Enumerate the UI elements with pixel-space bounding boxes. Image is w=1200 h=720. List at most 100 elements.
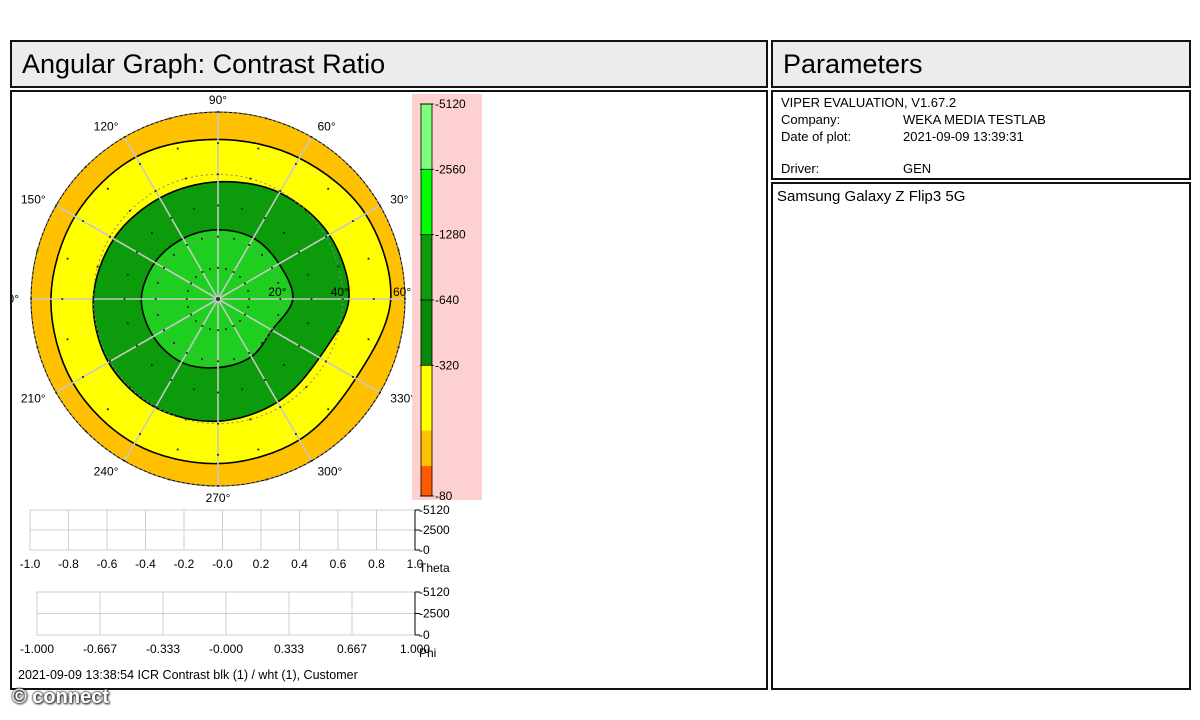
sample-point: [261, 342, 263, 344]
sample-point: [154, 190, 157, 192]
sample-point: [217, 360, 219, 363]
sample-point: [82, 376, 84, 378]
graph-title: Angular Graph: Contrast Ratio: [22, 49, 386, 79]
sample-point: [248, 298, 251, 300]
sample-point: [136, 344, 138, 347]
color-scale-band: [421, 365, 432, 431]
sample-point: [283, 364, 285, 366]
phi-chart-x-tick: -0.000: [209, 642, 243, 656]
sample-point: [248, 244, 251, 246]
sample-point: [201, 271, 204, 273]
sample-point: [151, 232, 153, 234]
sample-point: [30, 298, 32, 300]
graph-title-bar: Angular Graph: Contrast Ratio: [10, 40, 768, 88]
sample-point: [176, 448, 179, 451]
sample-point: [185, 298, 188, 300]
sample-point: [123, 460, 126, 462]
color-scale-band: [421, 234, 432, 300]
theta-chart-x-tick: 0.6: [330, 557, 347, 571]
radial-label: 20°: [268, 285, 286, 299]
phi-chart-y-tick: -0: [419, 628, 430, 642]
sample-point: [247, 290, 249, 292]
sample-point: [128, 209, 131, 212]
sample-point: [337, 330, 340, 333]
sample-point: [106, 408, 109, 411]
parameters-box: VIPER EVALUATION, V1.67.2 Company: WEKA …: [771, 90, 1191, 180]
sample-point: [337, 265, 340, 268]
sample-point: [55, 204, 57, 207]
sample-point: [307, 273, 310, 276]
sample-point: [201, 237, 203, 240]
sample-point: [349, 165, 352, 168]
sample-point: [232, 325, 235, 327]
phi-chart-x-tick: -0.333: [146, 642, 180, 656]
sample-point: [154, 406, 157, 408]
device-name: Samsung Galaxy Z Flip3 5G: [777, 188, 966, 205]
sample-point: [192, 388, 195, 391]
sample-point: [61, 298, 64, 300]
sample-point: [257, 448, 260, 451]
color-scale-label: -640: [435, 293, 459, 307]
sample-point: [217, 266, 219, 269]
sample-point: [310, 136, 313, 138]
color-scale-label: -1280: [435, 228, 466, 242]
sample-point: [151, 364, 153, 366]
angle-label: 300°: [318, 464, 343, 478]
sample-point: [154, 298, 157, 300]
angle-label: 150°: [21, 193, 46, 207]
sample-point: [225, 328, 227, 330]
sample-point: [195, 320, 197, 322]
sample-point: [185, 244, 188, 246]
contrast-ratio-charts: 90°60°30°0°330°300°270°240°210°180°150°1…: [12, 93, 482, 660]
driver-row: Driver: GEN: [781, 161, 931, 176]
sample-point: [163, 329, 165, 332]
angle-label: 240°: [94, 464, 119, 478]
angle-label: 120°: [94, 120, 119, 134]
plot-date-label: Date of plot:: [781, 129, 852, 144]
phi-chart-x-tick: 0.333: [274, 642, 304, 656]
phi-chart-y-tick: -5120: [419, 585, 450, 599]
sample-point: [397, 346, 400, 349]
sample-point: [233, 358, 235, 361]
plot-date-row: Date of plot: 2021-09-09 13:39:31: [781, 129, 1024, 144]
sample-point: [277, 314, 280, 316]
sample-point: [244, 313, 246, 316]
sample-point: [173, 342, 175, 344]
angle-label: 180°: [12, 292, 19, 306]
sample-point: [249, 418, 252, 421]
color-scale-label: -2560: [435, 162, 466, 176]
sample-point: [217, 453, 219, 456]
sample-point: [271, 329, 273, 332]
sample-point: [244, 282, 246, 285]
sample-point: [279, 406, 282, 408]
phi-chart-x-tick: -0.667: [83, 642, 117, 656]
sample-point: [367, 257, 370, 260]
sample-point: [84, 430, 87, 433]
sample-point: [187, 290, 189, 292]
sample-point: [277, 282, 280, 284]
sample-point: [82, 220, 84, 222]
theta-chart-y-tick: -5120: [419, 503, 450, 517]
company-value: WEKA MEDIA TESTLAB: [903, 112, 1046, 127]
sample-point: [307, 322, 310, 325]
sample-point: [379, 391, 381, 394]
sample-point: [173, 254, 175, 256]
phi-chart: -1.000 -0.667 -0.333 -0.000 0.333 0.667 1.000-…: [20, 585, 450, 660]
company-row: Company: WEKA MEDIA TESTLAB: [781, 112, 1046, 127]
sample-point: [187, 306, 189, 308]
sample-point: [192, 207, 195, 210]
sample-point: [168, 117, 171, 120]
radial-label: 60°: [393, 285, 411, 299]
sample-point: [170, 379, 173, 381]
sample-point: [241, 207, 244, 210]
sample-point: [327, 408, 330, 411]
sample-point: [217, 111, 219, 113]
radial-label: 40°: [331, 285, 349, 299]
sample-point: [263, 217, 266, 219]
sample-point: [92, 298, 95, 300]
sample-point: [190, 313, 192, 316]
sample-point: [176, 147, 179, 150]
sample-point: [136, 251, 138, 254]
color-scale-band: [421, 104, 432, 170]
sample-point: [109, 360, 111, 363]
